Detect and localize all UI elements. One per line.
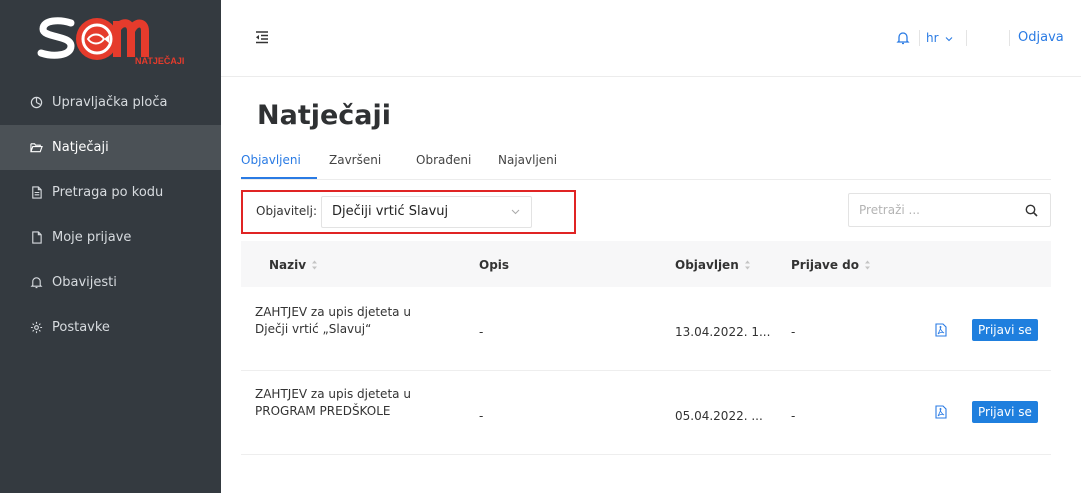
file-icon <box>28 230 44 246</box>
row-deadline: - <box>791 325 796 339</box>
search-icon[interactable] <box>1025 204 1038 217</box>
sort-icon[interactable] <box>864 260 871 270</box>
row-published: 05.04.2022. ... <box>675 409 763 423</box>
row-description: - <box>479 325 484 339</box>
sidebar-item-label: Pretraga po kodu <box>52 185 164 200</box>
sidebar-item-label: Natječaji <box>52 140 109 155</box>
apply-button[interactable]: Prijavi se <box>972 401 1038 423</box>
folder-open-icon <box>28 140 44 156</box>
pdf-icon[interactable] <box>935 405 947 419</box>
tab-processed[interactable]: Obrađeni <box>416 153 471 167</box>
search-box <box>848 193 1051 227</box>
sidebar-item-search-by-code[interactable]: Pretraga po kodu <box>0 170 221 215</box>
sidebar-item-my-applications[interactable]: Moje prijave <box>0 215 221 260</box>
publisher-select[interactable]: Dječiji vrtić Slavuj <box>321 196 532 228</box>
row-published: 13.04.2022. 1... <box>675 325 771 339</box>
sidebar: NATJEČAJI Upravljačka ploča Natječaji Pr… <box>0 0 221 493</box>
sidebar-item-label: Upravljačka ploča <box>52 95 168 110</box>
divider <box>1009 30 1010 46</box>
table-header: Naziv Opis Objavljen Prijave do <box>241 241 1051 287</box>
tab-finished[interactable]: Završeni <box>329 153 381 167</box>
column-header-published[interactable]: Objavljen <box>675 258 751 272</box>
menu-collapse-icon[interactable] <box>254 29 270 45</box>
sidebar-item-dashboard[interactable]: Upravljačka ploča <box>0 80 221 125</box>
publisher-select-value: Dječiji vrtić Slavuj <box>332 204 449 219</box>
sidebar-item-notifications[interactable]: Obavijesti <box>0 260 221 305</box>
language-select[interactable]: hr <box>926 31 953 45</box>
column-header-name[interactable]: Naziv <box>269 258 318 272</box>
topbar: hr Odjava <box>221 0 1081 77</box>
notification-bell-icon[interactable] <box>896 31 910 45</box>
tab-published[interactable]: Objavljeni <box>241 153 301 167</box>
sidebar-item-settings[interactable]: Postavke <box>0 305 221 350</box>
tab-announced[interactable]: Najavljeni <box>498 153 557 167</box>
gear-icon <box>28 320 44 336</box>
logout-link[interactable]: Odjava <box>1018 30 1064 45</box>
sidebar-nav: Upravljačka ploča Natječaji Pretraga po … <box>0 80 221 350</box>
logo-text: NATJEČAJI <box>135 55 184 66</box>
active-tab-indicator <box>241 177 317 179</box>
pdf-icon[interactable] <box>935 323 947 337</box>
chevron-down-icon <box>511 209 520 215</box>
column-header-deadline[interactable]: Prijave do <box>791 258 871 272</box>
tab-bar: Objavljeni Završeni Obrađeni Najavljeni <box>241 147 1051 180</box>
row-name: ZAHTJEV za upis djeteta u Dječji vrtić „… <box>255 305 411 336</box>
document-icon <box>28 185 44 201</box>
page-title: Natječaji <box>257 100 392 131</box>
dashboard-icon <box>28 95 44 111</box>
table-row: ZAHTJEV za upis djeteta u PROGRAM PREDŠK… <box>241 371 1051 455</box>
sidebar-item-label: Moje prijave <box>52 230 132 245</box>
search-input[interactable] <box>849 194 1019 226</box>
sidebar-item-label: Obavijesti <box>52 275 117 290</box>
logo-area: NATJEČAJI <box>0 0 221 78</box>
sidebar-item-label: Postavke <box>52 320 110 335</box>
language-label: hr <box>926 31 939 45</box>
publisher-filter-label: Objavitelj: <box>256 204 317 218</box>
divider <box>919 30 920 46</box>
bell-icon <box>28 275 44 291</box>
sort-icon[interactable] <box>311 260 318 270</box>
divider <box>966 30 967 46</box>
chevron-down-icon <box>945 31 953 45</box>
row-description: - <box>479 409 484 423</box>
column-header-description: Opis <box>479 258 510 272</box>
sidebar-item-natjecaji[interactable]: Natječaji <box>0 125 221 170</box>
sort-icon[interactable] <box>744 260 751 270</box>
row-name: ZAHTJEV za upis djeteta u PROGRAM PREDŠK… <box>255 387 411 418</box>
apply-button[interactable]: Prijavi se <box>972 319 1038 341</box>
logo[interactable]: NATJEČAJI <box>31 11 191 67</box>
table-row: ZAHTJEV za upis djeteta u Dječji vrtić „… <box>241 287 1051 371</box>
row-deadline: - <box>791 409 796 423</box>
